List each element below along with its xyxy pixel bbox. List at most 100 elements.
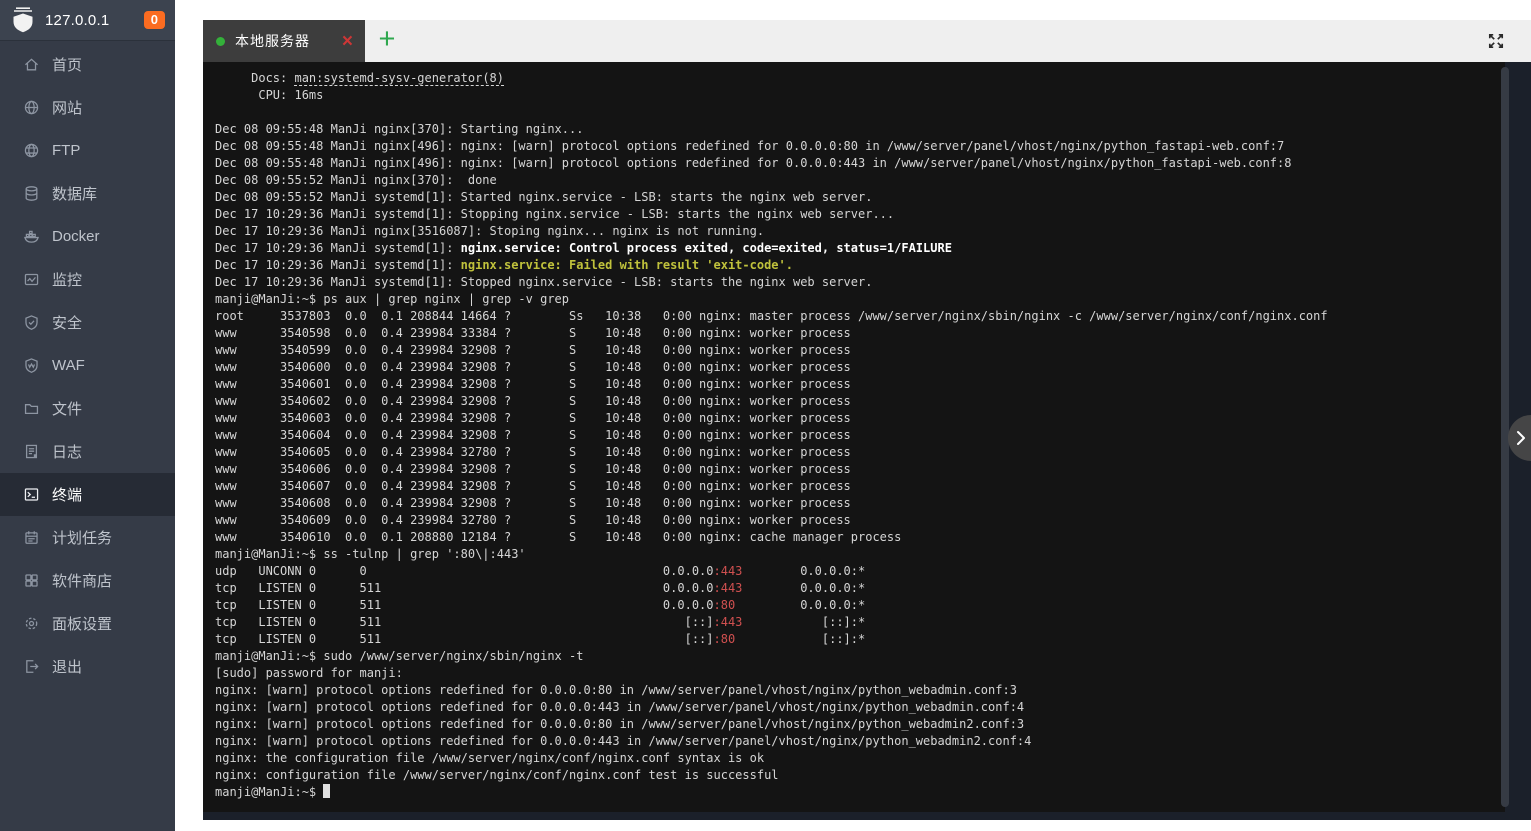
- terminal-line: manji@ManJi:~$ ps aux | grep nginx | gre…: [215, 292, 570, 306]
- sidebar-header: 127.0.0.1 0: [0, 0, 175, 41]
- terminal-tab[interactable]: 本地服务器 ×: [203, 20, 365, 62]
- sidebar-item-label: 终端: [52, 487, 83, 504]
- sidebar-item-appstore[interactable]: 软件商店: [0, 559, 175, 602]
- sidebar-item-docker[interactable]: Docker: [0, 215, 175, 258]
- terminal-line: Docs: man:systemd-sysv-generator(8): [215, 71, 504, 85]
- terminal-line: root 3537803 0.0 0.1 208844 14664 ? Ss 1…: [215, 309, 1328, 323]
- sidebar-item-database[interactable]: 数据库: [0, 172, 175, 215]
- terminal-line: Dec 17 10:29:36 ManJi systemd[1]: Stoppe…: [215, 275, 873, 289]
- terminal-line: nginx: [warn] protocol options redefined…: [215, 700, 1025, 714]
- sidebar-item-monitor[interactable]: 监控: [0, 258, 175, 301]
- terminal-panel: 本地服务器 × + Docs: man:systemd-sysv-generat…: [203, 20, 1531, 820]
- sidebar-item-label: Docker: [52, 228, 100, 245]
- terminal-line: [sudo] password for manji:: [215, 666, 411, 680]
- sidebar-item-label: 计划任务: [52, 530, 113, 547]
- monitor-icon: [23, 271, 40, 288]
- terminal-line: www 3540610 0.0 0.1 208880 12184 ? S 10:…: [215, 530, 902, 544]
- terminal-line: www 3540609 0.0 0.4 239984 32780 ? S 10:…: [215, 513, 851, 527]
- waf-shield-icon: [23, 357, 40, 374]
- sidebar-item-label: 日志: [52, 444, 83, 461]
- sidebar-item-label: WAF: [52, 357, 85, 374]
- terminal-line: nginx: [warn] protocol options redefined…: [215, 683, 1017, 697]
- logout-icon: [23, 658, 40, 675]
- terminal-line: nginx: [warn] protocol options redefined…: [215, 717, 1025, 731]
- sidebar: 127.0.0.1 0 首页网站 FTP 数据库 Docker 监控安全 WAF 文件日志终…: [0, 0, 175, 831]
- terminal-line: tcp LISTEN 0 511 0.0.0.0:443 0.0.0.0:*: [215, 581, 866, 595]
- terminal-line: manji@ManJi:~$: [215, 784, 1505, 801]
- sidebar-item-files[interactable]: 文件: [0, 387, 175, 430]
- tab-title: 本地服务器: [235, 33, 310, 49]
- terminal-line: manji@ManJi:~$ sudo /www/server/nginx/sb…: [215, 649, 584, 663]
- terminal-line: Dec 17 10:29:36 ManJi systemd[1]: nginx.…: [215, 258, 793, 272]
- terminal-icon: [23, 486, 40, 503]
- sidebar-item-logout[interactable]: 退出: [0, 645, 175, 688]
- terminal-screen[interactable]: Docs: man:systemd-sysv-generator(8) CPU:…: [203, 62, 1505, 812]
- sidebar-item-label: FTP: [52, 142, 81, 159]
- log-file-icon: [23, 443, 40, 460]
- home-icon: [23, 56, 40, 73]
- shield-check-icon: [23, 314, 40, 331]
- sidebar-item-panel-settings[interactable]: 面板设置: [0, 602, 175, 645]
- terminal-line: nginx: configuration file /www/server/ng…: [215, 768, 779, 782]
- terminal-line: tcp LISTEN 0 511 0.0.0.0:80 0.0.0.0:*: [215, 598, 866, 612]
- terminal-line: Dec 08 09:55:48 ManJi nginx[496]: nginx:…: [215, 156, 1292, 170]
- chevron-right-icon: [1517, 431, 1525, 445]
- terminal-line: tcp LISTEN 0 511 [::]:443 [::]:*: [215, 615, 866, 629]
- sidebar-item-label: 软件商店: [52, 573, 113, 590]
- sidebar-item-label: 退出: [52, 659, 83, 676]
- calendar-icon: [23, 529, 40, 546]
- terminal-line: www 3540605 0.0 0.4 239984 32780 ? S 10:…: [215, 445, 851, 459]
- sidebar-item-cron[interactable]: 计划任务: [0, 516, 175, 559]
- terminal-line: www 3540603 0.0 0.4 239984 32908 ? S 10:…: [215, 411, 851, 425]
- sidebar-item-label: 数据库: [52, 186, 98, 203]
- terminal-line: Dec 08 09:55:48 ManJi nginx[370]: Starti…: [215, 122, 584, 136]
- terminal-line: Dec 17 10:29:36 ManJi nginx[3516087]: St…: [215, 224, 765, 238]
- sidebar-item-label: 首页: [52, 57, 83, 74]
- gear-icon: [23, 615, 40, 632]
- database-icon: [23, 185, 40, 202]
- terminal-container: Docs: man:systemd-sysv-generator(8) CPU:…: [203, 62, 1531, 820]
- sidebar-item-label: 文件: [52, 401, 83, 418]
- ftp-globe-icon: [23, 142, 40, 159]
- terminal-line: Dec 08 09:55:52 ManJi nginx[370]: done: [215, 173, 497, 187]
- sidebar-item-label: 安全: [52, 315, 83, 332]
- sidebar-item-ftp[interactable]: FTP: [0, 129, 175, 172]
- terminal-line: www 3540607 0.0 0.4 239984 32908 ? S 10:…: [215, 479, 851, 493]
- folder-icon: [23, 400, 40, 417]
- terminal-line: www 3540602 0.0 0.4 239984 32908 ? S 10:…: [215, 394, 851, 408]
- app-grid-icon: [23, 572, 40, 589]
- terminal-line: www 3540606 0.0 0.4 239984 32908 ? S 10:…: [215, 462, 851, 476]
- main-content: 本地服务器 × + Docs: man:systemd-sysv-generat…: [175, 0, 1531, 831]
- sidebar-menu: 首页网站 FTP 数据库 Docker 监控安全 WAF 文件日志终端计划任务软件商店面板设…: [0, 41, 175, 688]
- globe-icon: [23, 99, 40, 116]
- terminal-line: nginx: [warn] protocol options redefined…: [215, 734, 1032, 748]
- terminal-line: tcp LISTEN 0 511 [::]:80 [::]:*: [215, 632, 866, 646]
- shield-logo-icon: [10, 6, 36, 34]
- terminal-line: CPU: 16ms: [215, 88, 324, 102]
- close-icon[interactable]: ×: [342, 32, 353, 51]
- terminal-line: www 3540598 0.0 0.4 239984 33384 ? S 10:…: [215, 326, 851, 340]
- terminal-line: manji@ManJi:~$ ss -tulnp | grep ':80\|:4…: [215, 547, 526, 561]
- sidebar-item-terminal[interactable]: 终端: [0, 473, 175, 516]
- sidebar-item-waf[interactable]: WAF: [0, 344, 175, 387]
- notification-badge[interactable]: 0: [143, 11, 165, 29]
- terminal-line: Dec 17 10:29:36 ManJi systemd[1]: nginx.…: [215, 241, 952, 255]
- terminal-line: Dec 08 09:55:48 ManJi nginx[496]: nginx:…: [215, 139, 1285, 153]
- sidebar-item-label: 监控: [52, 272, 83, 289]
- fullscreen-icon[interactable]: [1487, 32, 1505, 50]
- terminal-line: www 3540601 0.0 0.4 239984 32908 ? S 10:…: [215, 377, 851, 391]
- sidebar-item-home[interactable]: 首页: [0, 43, 175, 86]
- green-dot-icon: [216, 36, 225, 46]
- sidebar-item-logs[interactable]: 日志: [0, 430, 175, 473]
- sidebar-item-label: 面板设置: [52, 616, 113, 633]
- terminal-line: Dec 08 09:55:52 ManJi systemd[1]: Starte…: [215, 190, 873, 204]
- new-terminal-button[interactable]: +: [365, 20, 409, 62]
- sidebar-item-security[interactable]: 安全: [0, 301, 175, 344]
- terminal-line: Dec 17 10:29:36 ManJi systemd[1]: Stoppi…: [215, 207, 895, 221]
- server-address: 127.0.0.1: [45, 11, 110, 29]
- terminal-line: www 3540604 0.0 0.4 239984 32908 ? S 10:…: [215, 428, 851, 442]
- sidebar-item-sites[interactable]: 网站: [0, 86, 175, 129]
- docker-icon: [23, 228, 40, 245]
- terminal-line: www 3540608 0.0 0.4 239984 32908 ? S 10:…: [215, 496, 851, 510]
